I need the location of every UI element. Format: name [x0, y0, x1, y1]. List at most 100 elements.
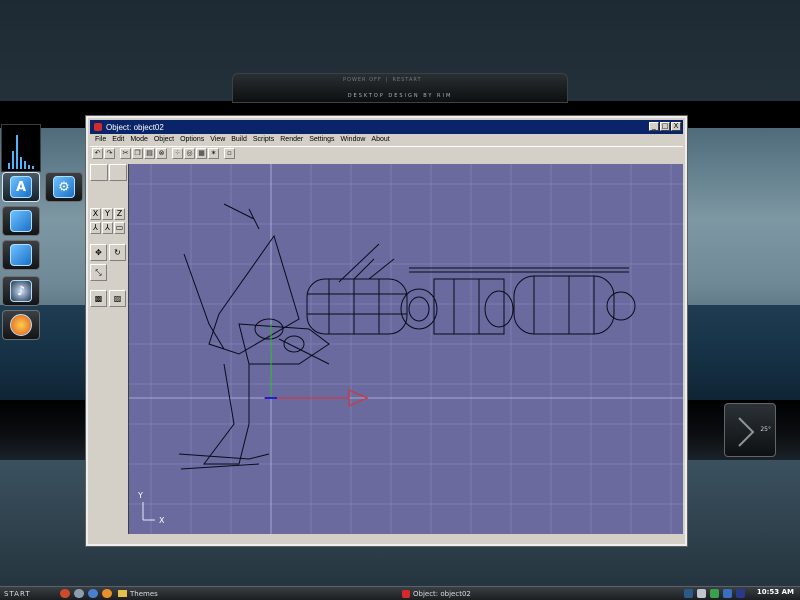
- meter-bar: [8, 163, 10, 169]
- tray-security-icon[interactable]: [710, 589, 719, 598]
- viewport-center-axes: [129, 164, 683, 534]
- copy-button[interactable]: ❐: [132, 148, 143, 159]
- menu-object[interactable]: Object: [151, 134, 177, 146]
- texture-tool-button[interactable]: ▨: [109, 290, 126, 307]
- meter-bar: [12, 151, 14, 169]
- network-icon: ⚙: [53, 176, 75, 198]
- axis-z-button[interactable]: Z: [114, 208, 125, 220]
- window-title: Object: object02: [106, 122, 164, 132]
- viewport-canvas[interactable]: Y X: [129, 164, 683, 534]
- restart-button[interactable]: RESTART: [393, 77, 422, 83]
- menu-mode[interactable]: Mode: [127, 134, 151, 146]
- quicklaunch-media-icon[interactable]: [102, 589, 112, 598]
- side-tool-panel: X Y Z ⅄ ⅄ ▭ ✥ ↻ ⤡ ▩ ▨: [90, 164, 128, 534]
- scale-tool-button[interactable]: ⤡: [90, 264, 107, 281]
- tool-b-button[interactable]: ⅄: [102, 222, 113, 234]
- documents-icon: [10, 244, 32, 266]
- axis-indicator: [142, 502, 155, 521]
- firefox-icon: [10, 314, 32, 336]
- menu-options[interactable]: Options: [177, 134, 207, 146]
- close-button[interactable]: X: [671, 122, 681, 131]
- quicklaunch-tools-icon[interactable]: [74, 589, 84, 598]
- tray-messenger-icon[interactable]: [723, 589, 732, 598]
- tray-network-icon[interactable]: [684, 589, 693, 598]
- temperature-label: 25°: [760, 426, 771, 433]
- tray-bluetooth-icon[interactable]: [736, 589, 745, 598]
- meter-bar: [20, 157, 22, 169]
- dock-firefox-button[interactable]: [2, 310, 40, 340]
- folder-icon: [118, 590, 127, 597]
- window-titlebar[interactable]: Object: object02 _ □ X: [90, 120, 683, 134]
- axis-y-button[interactable]: Y: [102, 208, 113, 220]
- object-mode-button[interactable]: ✶: [208, 148, 219, 159]
- axis-x-button[interactable]: X: [90, 208, 101, 220]
- taskbar-item-label: Themes: [130, 589, 158, 598]
- main-toolbar: ↶ ↷ ✂ ❐ ▤ ⊗ ⁘ ◎ ▦ ✶ ▫: [90, 146, 683, 160]
- menu-scripts[interactable]: Scripts: [250, 134, 277, 146]
- meter-bar: [16, 135, 18, 169]
- minimize-button[interactable]: _: [649, 122, 659, 131]
- menu-build[interactable]: Build: [228, 134, 250, 146]
- app-launcher-icon: A: [10, 176, 32, 198]
- app-icon: [402, 589, 410, 598]
- dock-app-button[interactable]: A: [2, 172, 40, 202]
- transform-gizmo[interactable]: [264, 324, 369, 407]
- dock-documents-button[interactable]: [2, 240, 40, 270]
- menu-settings[interactable]: Settings: [306, 134, 337, 146]
- spaceship-wireframe: [178, 203, 636, 470]
- extrude-tool-button[interactable]: ▩: [90, 290, 107, 307]
- menu-about[interactable]: About: [368, 134, 392, 146]
- quicklaunch-firefox-icon[interactable]: [60, 589, 70, 598]
- media-player-icon: ♪: [10, 280, 32, 302]
- grid-toggle-button[interactable]: ▫: [224, 148, 235, 159]
- maximize-button[interactable]: □: [660, 122, 670, 131]
- dock-folder-button[interactable]: [2, 206, 40, 236]
- redo-button[interactable]: ↷: [104, 148, 115, 159]
- paste-button[interactable]: ▤: [144, 148, 155, 159]
- view-tab-button-2[interactable]: [109, 164, 127, 181]
- tray-volume-icon[interactable]: [697, 589, 706, 598]
- menu-edit[interactable]: Edit: [109, 134, 127, 146]
- undo-button[interactable]: ↶: [92, 148, 103, 159]
- axis-x-label: X: [159, 516, 165, 525]
- taskbar-item-themes[interactable]: Themes: [118, 588, 158, 599]
- axis-y-label: Y: [137, 491, 143, 500]
- top-panel-divider: |: [385, 77, 389, 83]
- app-icon: [94, 123, 102, 131]
- viewport-grid: [129, 164, 683, 534]
- menu-bar: File Edit Mode Object Options View Build…: [90, 134, 683, 146]
- dock-network-button[interactable]: ⚙: [45, 172, 83, 202]
- folder-icon: [10, 210, 32, 232]
- menu-render[interactable]: Render: [277, 134, 306, 146]
- cut-button[interactable]: ✂: [120, 148, 131, 159]
- taskbar-clock[interactable]: 10:53 AM: [757, 588, 794, 596]
- rotate-tool-button[interactable]: ↻: [109, 244, 126, 261]
- taskbar-item-label: Object: object02: [413, 589, 471, 598]
- weather-widget[interactable]: 25°: [724, 403, 776, 457]
- menu-window[interactable]: Window: [338, 134, 369, 146]
- faces-mode-button[interactable]: ▦: [196, 148, 207, 159]
- desktop-design-title: DESKTOP DESIGN BY RIM: [347, 93, 453, 99]
- menu-file[interactable]: File: [92, 134, 109, 146]
- modeler-window: Object: object02 _ □ X File Edit Mode Ob…: [85, 115, 688, 547]
- audio-meter-widget: [1, 124, 41, 172]
- quicklaunch-ie-icon[interactable]: [88, 589, 98, 598]
- meter-bar: [24, 161, 26, 169]
- taskbar: START Themes Object: object02 10:53 AM: [0, 586, 800, 600]
- top-panel-buttons: POWER OFF | RESTART: [343, 77, 422, 83]
- top-panel: POWER OFF | RESTART DESKTOP DESIGN BY RI…: [232, 73, 568, 103]
- meter-bar: [28, 165, 30, 169]
- delete-button[interactable]: ⊗: [156, 148, 167, 159]
- start-button[interactable]: START: [0, 587, 56, 600]
- viewport-front[interactable]: Y X: [128, 164, 683, 534]
- menu-view[interactable]: View: [207, 134, 228, 146]
- move-tool-button[interactable]: ✥: [90, 244, 107, 261]
- tool-c-button[interactable]: ▭: [114, 222, 125, 234]
- dock-media-button[interactable]: ♪: [2, 276, 40, 306]
- points-mode-button[interactable]: ⁘: [172, 148, 183, 159]
- tool-a-button[interactable]: ⅄: [90, 222, 101, 234]
- power-off-button[interactable]: POWER OFF: [343, 77, 382, 83]
- view-tab-button[interactable]: [90, 164, 108, 181]
- edges-mode-button[interactable]: ◎: [184, 148, 195, 159]
- taskbar-item-object02[interactable]: Object: object02: [402, 588, 471, 599]
